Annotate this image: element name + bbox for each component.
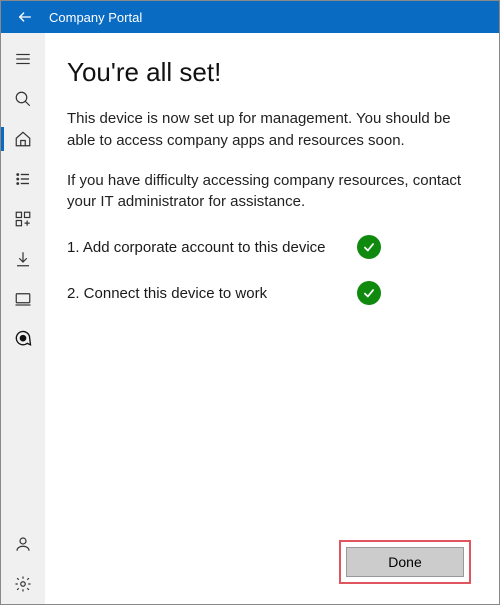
page-title: You're all set! xyxy=(67,57,471,88)
settings-icon[interactable] xyxy=(1,564,45,604)
intro-paragraph-1: This device is now set up for management… xyxy=(67,108,471,152)
account-icon[interactable] xyxy=(1,524,45,564)
step-label: 2. Connect this device to work xyxy=(67,285,347,302)
checkmark-icon xyxy=(357,235,381,259)
home-icon[interactable] xyxy=(1,119,45,159)
apps-icon[interactable] xyxy=(1,199,45,239)
step-row: 1. Add corporate account to this device xyxy=(67,235,471,259)
button-row: Done xyxy=(67,540,471,586)
menu-icon[interactable] xyxy=(1,39,45,79)
checkmark-icon xyxy=(357,281,381,305)
intro-paragraph-2: If you have difficulty accessing company… xyxy=(67,170,471,214)
list-icon[interactable] xyxy=(1,159,45,199)
search-icon[interactable] xyxy=(1,79,45,119)
step-label: 1. Add corporate account to this device xyxy=(67,239,347,256)
back-button[interactable] xyxy=(9,1,41,33)
app-title: Company Portal xyxy=(49,10,142,25)
main-content: You're all set! This device is now set u… xyxy=(45,33,499,604)
setup-steps: 1. Add corporate account to this device … xyxy=(67,235,471,327)
download-icon[interactable] xyxy=(1,239,45,279)
done-button[interactable]: Done xyxy=(346,547,464,577)
device-icon[interactable] xyxy=(1,279,45,319)
titlebar: Company Portal xyxy=(1,1,499,33)
sidebar xyxy=(1,33,45,604)
highlight-box: Done xyxy=(339,540,471,584)
support-icon[interactable] xyxy=(1,319,45,359)
step-row: 2. Connect this device to work xyxy=(67,281,471,305)
